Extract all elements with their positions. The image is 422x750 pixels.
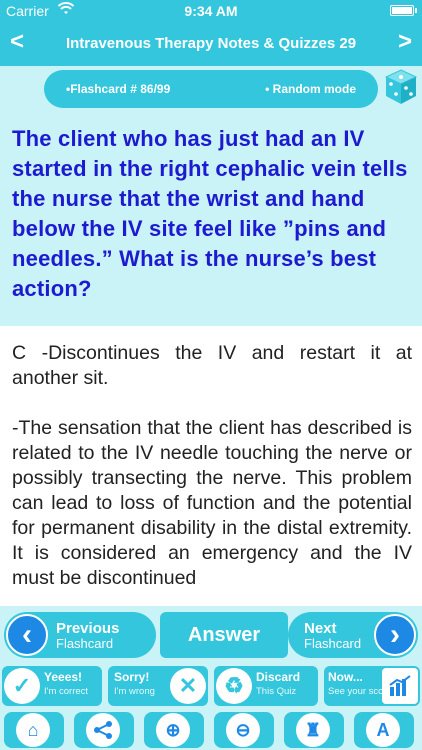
battery-icon	[390, 5, 417, 16]
bar-chart-icon	[382, 668, 418, 704]
answer-area[interactable]: C -Discontinues the IV and restart it at…	[0, 326, 422, 606]
zoom-in-button[interactable]: ⊕	[144, 712, 204, 748]
previous-flashcard-button[interactable]: ‹ Previous Flashcard	[4, 612, 156, 658]
recycle-icon: ♻	[216, 668, 252, 704]
score-button[interactable]: Now... See your score	[324, 666, 420, 706]
score-title: Now...	[328, 670, 363, 684]
font-size-button[interactable]: A	[354, 712, 414, 748]
arrow-right-icon: ›	[374, 614, 416, 656]
back-button[interactable]: <	[2, 28, 32, 56]
next-flashcard-button[interactable]: Next Flashcard ›	[288, 612, 418, 658]
status-bar: Carrier 9:34 AM	[0, 0, 422, 22]
correct-subtitle: I'm correct	[44, 686, 89, 697]
toolbar-row: ⌂ ⊕ ⊖ ♜ A	[0, 710, 422, 750]
forward-button[interactable]: >	[390, 28, 420, 56]
discard-subtitle: This Quiz	[256, 686, 297, 697]
wrong-title: Sorry!	[114, 670, 150, 684]
next-subtitle: Flashcard	[304, 636, 362, 651]
clock: 9:34 AM	[184, 3, 238, 19]
next-title: Next	[304, 620, 337, 637]
zoom-out-button[interactable]: ⊖	[214, 712, 274, 748]
previous-subtitle: Flashcard	[56, 636, 114, 651]
question-text: The client who has just had an IV starte…	[12, 126, 408, 301]
arrow-left-icon: ‹	[6, 614, 48, 656]
random-mode-label: • Random mode	[265, 82, 356, 96]
correct-button[interactable]: ✓ Yeees! I'm correct	[2, 666, 102, 706]
color-button[interactable]: ♜	[284, 712, 344, 748]
correct-title: Yeees!	[44, 670, 83, 684]
flashcard-info-pill: •Flashcard # 86/99 • Random mode	[44, 70, 378, 108]
info-area: •Flashcard # 86/99 • Random mode	[0, 66, 422, 114]
checkmark-icon: ✓	[4, 668, 40, 704]
page-title: Intravenous Therapy Notes & Quizzes 29	[65, 35, 357, 52]
navigation-bar: < Intravenous Therapy Notes & Quizzes 29…	[0, 22, 422, 66]
home-button[interactable]: ⌂	[4, 712, 64, 748]
flashcard-nav-row: ‹ Previous Flashcard Answer Next Flashca…	[0, 606, 422, 662]
x-mark-icon: ✕	[170, 668, 206, 704]
wrong-subtitle: I'm wrong	[114, 686, 155, 697]
discard-button[interactable]: ♻ Discard This Quiz	[214, 666, 318, 706]
font-icon: A	[366, 713, 400, 747]
home-icon: ⌂	[16, 713, 50, 747]
bottom-controls: ‹ Previous Flashcard Answer Next Flashca…	[0, 606, 422, 750]
question-area: The client who has just had an IV starte…	[0, 114, 422, 326]
flashcard-counter: •Flashcard # 86/99	[66, 82, 171, 96]
score-row: ✓ Yeees! I'm correct Sorry! I'm wrong ✕ …	[0, 664, 422, 708]
zoom-in-icon: ⊕	[156, 713, 190, 747]
previous-title: Previous	[56, 620, 120, 637]
wrong-button[interactable]: Sorry! I'm wrong ✕	[108, 666, 208, 706]
answer-text: C -Discontinues the IV and restart it at…	[12, 342, 412, 589]
share-button[interactable]	[74, 712, 134, 748]
paint-bucket-icon: ♜	[296, 713, 330, 747]
answer-button[interactable]: Answer	[160, 612, 288, 658]
discard-title: Discard	[256, 670, 301, 684]
share-icon	[86, 713, 120, 747]
dice-icon[interactable]	[384, 68, 418, 106]
zoom-out-icon: ⊖	[226, 713, 260, 747]
